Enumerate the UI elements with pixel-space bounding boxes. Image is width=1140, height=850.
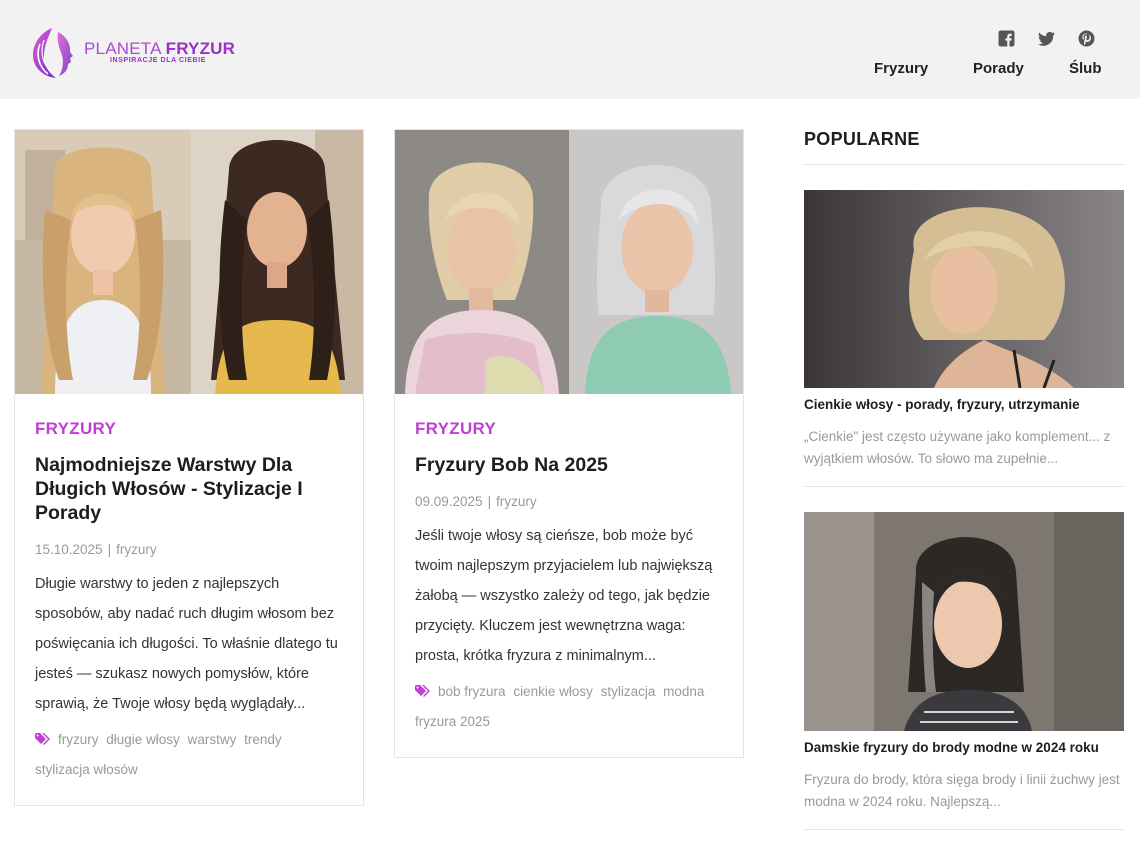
pinterest-icon[interactable] (1077, 29, 1095, 47)
logo-tagline: INSPIRACJE DLA CIEBIE (110, 57, 206, 64)
sidebar-title: POPULARNE (804, 126, 1124, 165)
tag-link[interactable]: stylizacja włosów (35, 762, 138, 777)
popular-post-title[interactable]: Damskie fryzury do brody modne w 2024 ro… (804, 739, 1124, 757)
sidebar-popular: POPULARNE Cienkie włosy - porady, fryzur… (804, 126, 1124, 830)
nav-item-fryzury[interactable]: Fryzury (874, 60, 928, 77)
post-date: 09.09.2025 (415, 494, 483, 509)
post-title[interactable]: Fryzury Bob Na 2025 (415, 453, 723, 477)
post-excerpt: Długie warstwy to jeden z najlepszych sp… (35, 576, 338, 712)
popular-post-image[interactable] (804, 190, 1124, 388)
site-header: PLANETA FRYZUR INSPIRACJE DLA CIEBIE Fry… (0, 0, 1140, 99)
post-image[interactable] (15, 130, 363, 394)
post-title[interactable]: Najmodniejsze Warstwy Dla Długich Włosów… (35, 453, 343, 525)
post-author[interactable]: fryzury (496, 494, 537, 509)
popular-post-excerpt: „Cienkie" jest często używane jako kompl… (804, 429, 1111, 466)
nav-item-porady[interactable]: Porady (973, 60, 1024, 77)
popular-post-image[interactable] (804, 512, 1124, 731)
popular-post: Cienkie włosy - porady, fryzury, utrzyma… (804, 165, 1124, 487)
popular-post-excerpt: Fryzura do brody, która sięga brody i li… (804, 772, 1120, 809)
post-meta: 09.09.2025 | fryzury (415, 494, 537, 509)
tag-link[interactable]: bob fryzura (438, 684, 506, 699)
post-meta: 15.10.2025 | fryzury (35, 542, 157, 557)
nav-item-slub[interactable]: Ślub (1069, 60, 1102, 77)
post-category[interactable]: FRYZURY (415, 419, 723, 439)
twitter-icon[interactable] (1037, 29, 1055, 47)
post-card: FRYZURY Najmodniejsze Warstwy Dla Długic… (14, 129, 364, 806)
tags-icon (35, 733, 50, 745)
post-image[interactable] (395, 130, 743, 394)
post-excerpt: Jeśli twoje włosy są cieńsze, bob może b… (415, 528, 713, 664)
logo-text: PLANETA FRYZUR (84, 39, 236, 58)
site-logo[interactable]: PLANETA FRYZUR INSPIRACJE DLA CIEBIE (26, 24, 235, 80)
tags-icon (415, 685, 430, 697)
tag-link[interactable]: warstwy (188, 732, 237, 747)
tag-link[interactable]: stylizacja (601, 684, 656, 699)
post-date: 15.10.2025 (35, 542, 103, 557)
post-tags: fryzury długie włosy warstwy trendy styl… (35, 725, 343, 785)
tag-link[interactable]: fryzury (58, 732, 99, 747)
post-tags: bob fryzura cienkie włosy stylizacja mod… (415, 677, 723, 737)
popular-post: Damskie fryzury do brody modne w 2024 ro… (804, 487, 1124, 830)
tag-link[interactable]: długie włosy (106, 732, 180, 747)
popular-post-title[interactable]: Cienkie włosy - porady, fryzury, utrzyma… (804, 396, 1124, 414)
post-card: FRYZURY Fryzury Bob Na 2025 09.09.2025 | f… (394, 129, 744, 758)
tag-link[interactable]: cienkie włosy (513, 684, 593, 699)
logo-face-icon (32, 28, 73, 78)
post-category[interactable]: FRYZURY (35, 419, 343, 439)
facebook-icon[interactable] (997, 29, 1015, 47)
tag-link[interactable]: trendy (244, 732, 282, 747)
post-author[interactable]: fryzury (116, 542, 157, 557)
